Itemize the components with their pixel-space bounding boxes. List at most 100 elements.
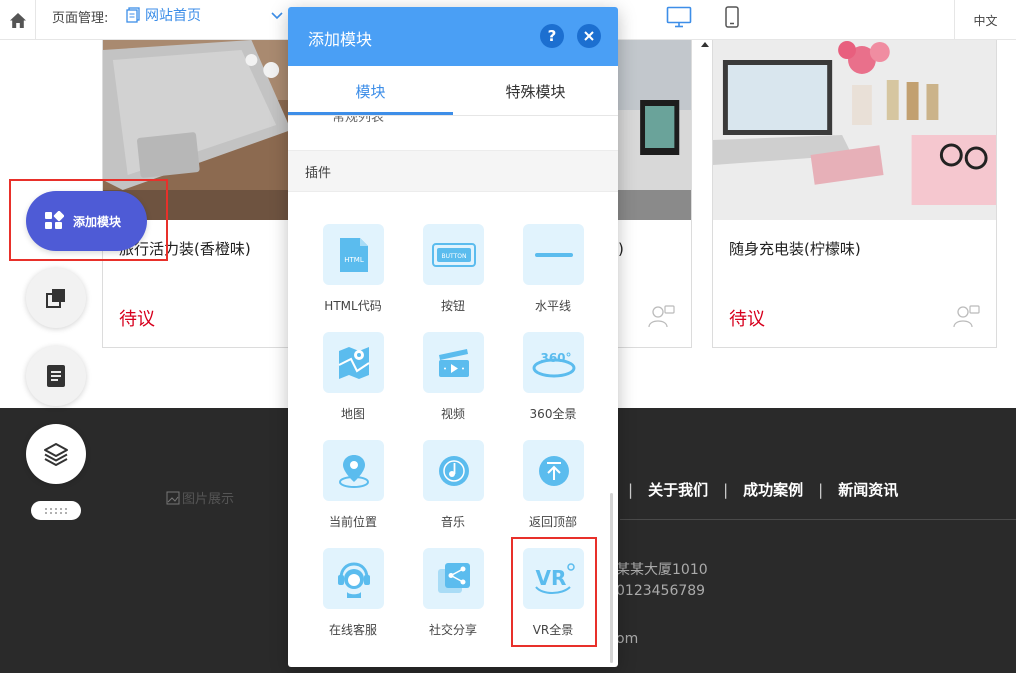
html-icon: HTML: [339, 237, 368, 272]
footer-link-cases[interactable]: 成功案例: [743, 479, 803, 500]
help-button[interactable]: ?: [540, 24, 564, 48]
contact-icon[interactable]: [952, 303, 982, 329]
svg-text:VR: VR: [535, 566, 566, 590]
footer-link-news[interactable]: 新闻资讯: [838, 479, 898, 500]
panorama-360-icon: 360°: [532, 351, 575, 377]
back-to-top-icon: [538, 455, 569, 486]
page-icon: [126, 7, 140, 23]
vr-icon: VR: [534, 562, 575, 594]
layers-button[interactable]: [26, 424, 86, 484]
dialog-title: 添加模块: [308, 30, 373, 49]
product-price: 待议: [119, 309, 155, 330]
button-icon: BUTTON: [431, 242, 476, 267]
previous-section-item: 常规列表: [332, 116, 385, 125]
svg-text:360°: 360°: [540, 351, 571, 365]
add-module-button[interactable]: 添加模块: [26, 191, 147, 251]
module-panorama-360[interactable]: 360° 360全景: [503, 332, 603, 432]
horizontal-line-icon: [534, 252, 573, 257]
contact-icon[interactable]: [647, 303, 677, 329]
current-page-name: 网站首页: [145, 8, 201, 24]
share-icon: [437, 562, 470, 593]
module-label: 水平线: [534, 299, 571, 313]
module-customer-service[interactable]: 在线客服: [303, 548, 403, 648]
product-price: 待议: [729, 309, 765, 330]
module-social-share[interactable]: 社交分享: [403, 548, 503, 648]
product-photo: [103, 40, 291, 220]
module-tile: [323, 332, 384, 393]
layers-icon: [44, 443, 68, 466]
footer-nav: | 关于我们 | 成功案例 | 新闻资讯: [628, 479, 898, 500]
desktop-view-icon[interactable]: [666, 6, 692, 28]
module-tile: [423, 332, 484, 393]
tab-label: 特殊模块: [505, 82, 566, 101]
map-icon: [338, 346, 370, 379]
language-label: 中文: [973, 13, 998, 28]
product-card-3[interactable]: 随身充电装(柠檬味) 待议: [712, 40, 997, 348]
module-tile: [523, 440, 584, 501]
module-label: 音乐: [440, 515, 465, 529]
module-label: HTML代码: [324, 299, 382, 313]
nav-separator: |: [818, 480, 824, 499]
video-icon: [438, 348, 469, 377]
product-photo: [713, 40, 996, 220]
device-caret: [701, 42, 709, 47]
module-label: 视频: [440, 407, 465, 421]
module-location[interactable]: 当前位置: [303, 440, 403, 540]
copy-button[interactable]: [26, 268, 86, 328]
module-tile: 360°: [523, 332, 584, 393]
language-switch[interactable]: 中文: [954, 0, 1016, 40]
footer-phone: 0123456789: [616, 583, 706, 599]
close-icon: [584, 31, 594, 41]
page-select[interactable]: 网站首页: [126, 5, 201, 25]
page-management-label: 页面管理:: [52, 11, 109, 26]
toolbar-drag-handle[interactable]: [31, 501, 81, 520]
module-music[interactable]: 音乐: [403, 440, 503, 540]
chevron-down-icon[interactable]: [270, 9, 284, 21]
section-header-plugins: 插件: [288, 150, 618, 192]
module-label: 360全景: [529, 407, 577, 421]
module-horizontal-line[interactable]: 水平线: [503, 224, 603, 324]
module-label: 按钮: [440, 299, 465, 313]
add-module-dialog: 添加模块 ? 模块 特殊模块 常规列表 插件 HTML HTML代码 BUTTO…: [288, 7, 618, 667]
footer-divider: [620, 519, 1016, 520]
module-label: 社交分享: [428, 623, 477, 637]
drag-dots-icon: [45, 507, 67, 514]
tab-special-modules[interactable]: 特殊模块: [453, 66, 618, 116]
dialog-tabs: 模块 特殊模块: [288, 66, 618, 116]
module-video[interactable]: 视频: [403, 332, 503, 432]
module-back-to-top[interactable]: 返回顶部: [503, 440, 603, 540]
module-map[interactable]: 地图: [303, 332, 403, 432]
module-vr-panorama[interactable]: VR VR全景: [503, 548, 603, 648]
close-button[interactable]: [577, 24, 601, 48]
copy-icon: [46, 289, 65, 308]
module-button[interactable]: BUTTON 按钮: [403, 224, 503, 324]
add-module-label: 添加模块: [73, 214, 122, 229]
music-disc-icon: [438, 455, 469, 486]
module-label: 当前位置: [328, 515, 377, 529]
module-label: 地图: [340, 407, 365, 421]
module-tile: [423, 548, 484, 609]
module-tile: VR: [523, 548, 584, 609]
home-icon: [9, 12, 26, 28]
module-html[interactable]: HTML HTML代码: [303, 224, 403, 324]
product-name: 随身充电装(柠檬味): [729, 240, 861, 258]
document-icon: [47, 365, 65, 387]
add-module-icon: [45, 211, 64, 229]
module-tile: HTML: [323, 224, 384, 285]
module-label: VR全景: [532, 623, 574, 637]
home-button[interactable]: [0, 0, 36, 40]
tab-modules[interactable]: 模块: [288, 66, 453, 116]
svg-text:BUTTON: BUTTON: [441, 253, 466, 260]
footer-image-alt: 图片展示: [182, 492, 235, 507]
help-icon: ?: [547, 27, 557, 45]
nav-separator: |: [628, 480, 634, 499]
svg-text:HTML: HTML: [344, 256, 364, 264]
footer-link-about[interactable]: 关于我们: [648, 479, 708, 500]
page-settings-button[interactable]: [26, 346, 86, 406]
module-list-scrollbar[interactable]: [610, 493, 613, 663]
mobile-view-icon[interactable]: [724, 6, 740, 28]
dialog-header: 添加模块 ?: [288, 7, 618, 66]
section-title: 插件: [305, 165, 332, 181]
customer-service-icon: [337, 561, 370, 598]
module-tile: [523, 224, 584, 285]
